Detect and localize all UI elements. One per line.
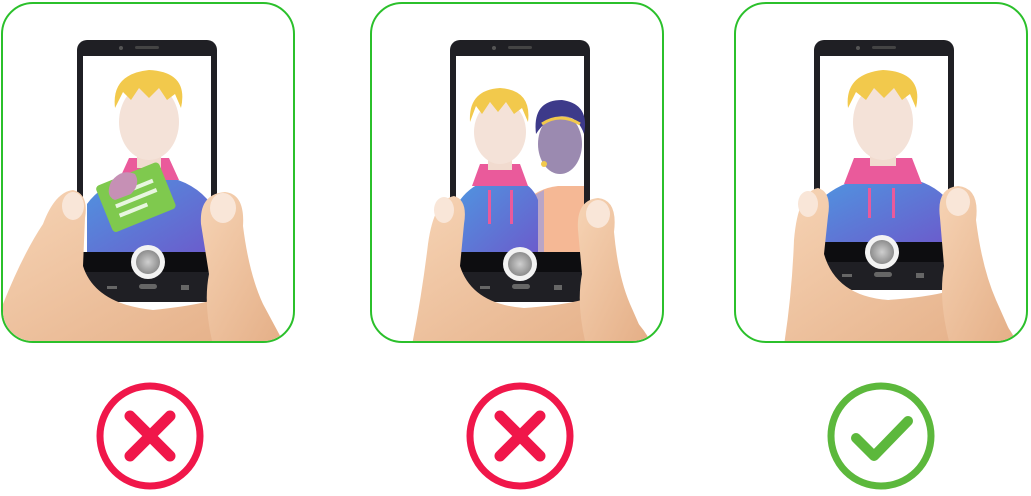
cross-mark-icon <box>466 382 574 490</box>
example-frame-card-two-people <box>370 2 664 343</box>
person-shirt <box>820 178 948 242</box>
person-shirt <box>460 180 538 252</box>
example-frame-card-correct <box>734 2 1028 343</box>
phone-selfie-illustration-correct <box>784 40 1017 341</box>
example-frame-card-occlusion <box>1 2 295 343</box>
check-mark-icon <box>827 382 935 490</box>
phone-selfie-illustration-card <box>3 40 283 341</box>
cross-mark-icon <box>96 382 204 490</box>
phone-selfie-illustration-multiple-people <box>412 40 651 341</box>
